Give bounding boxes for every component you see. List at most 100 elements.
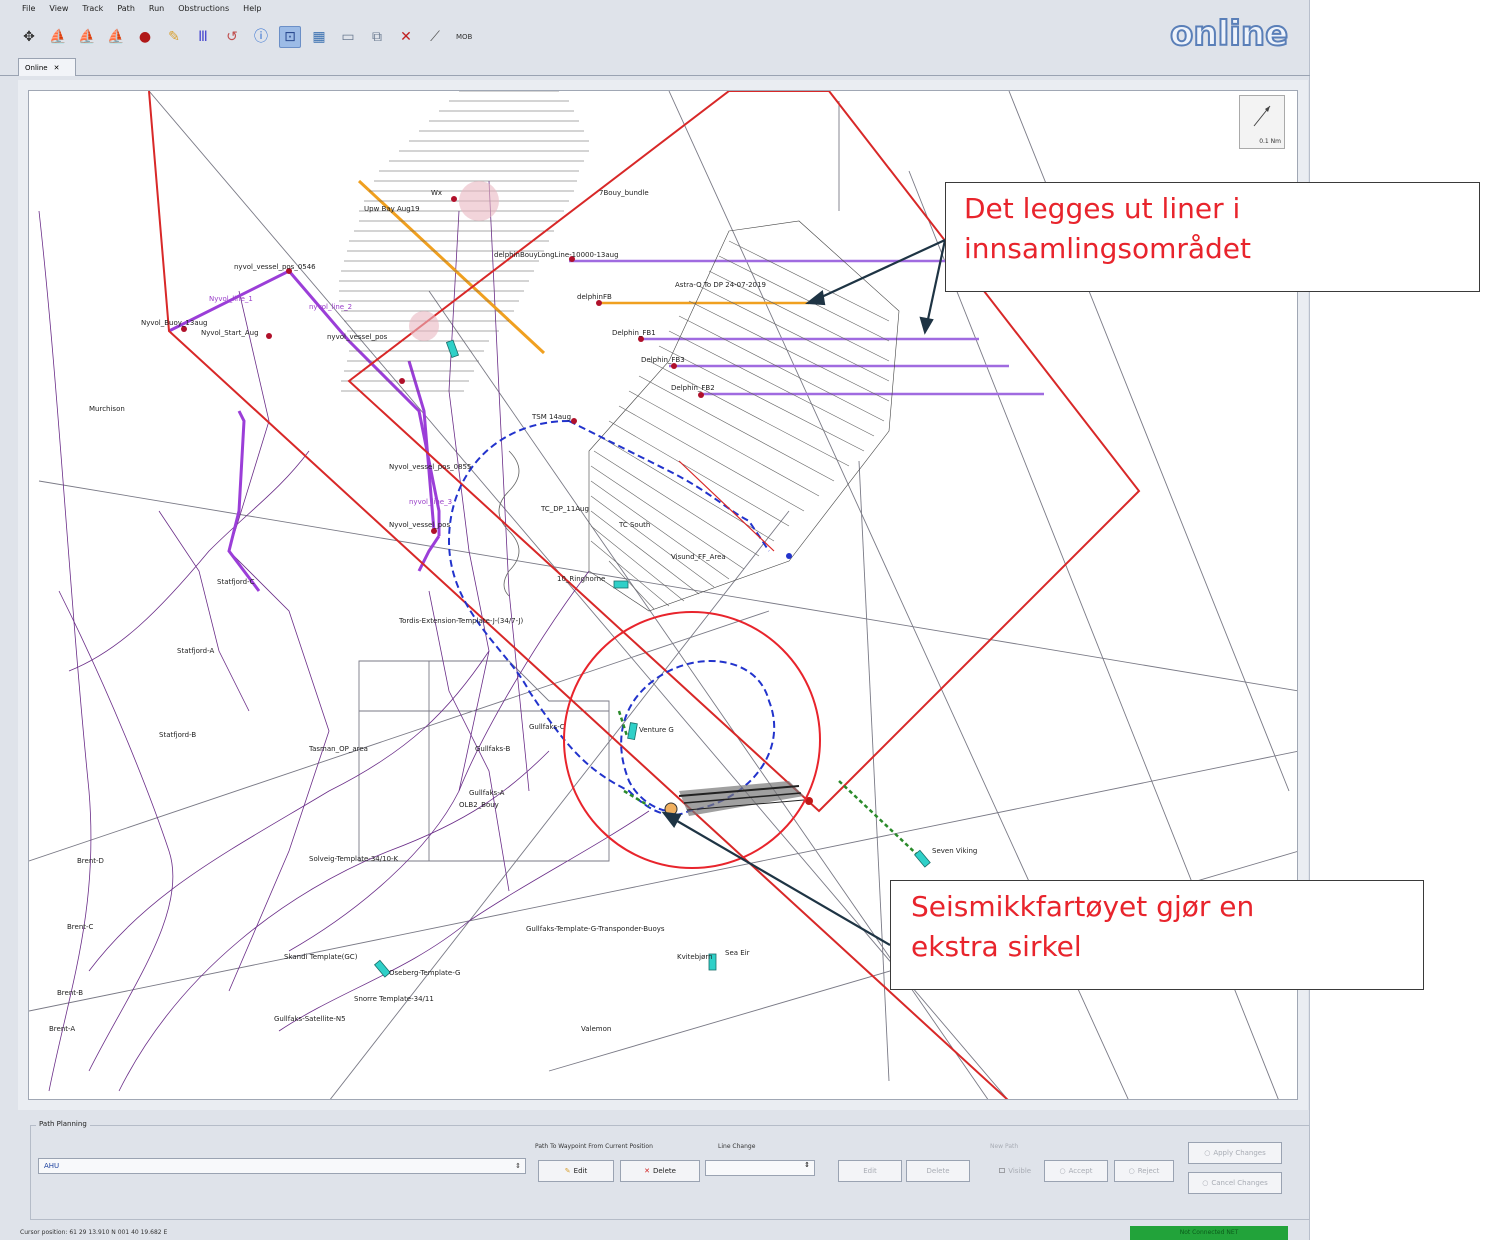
label-delphin-fb3: Delphin_FB3 [641,356,685,364]
label-nyvol-line-1: Nyvol_line_1 [209,295,253,303]
menu-view[interactable]: View [49,4,68,18]
menu-file[interactable]: File [22,4,35,18]
edit-button-label: Edit [573,1167,588,1175]
accept-button[interactable]: ○ Accept [1044,1160,1108,1182]
edit-button[interactable]: ✎ Edit [538,1160,614,1182]
label-delphin-long: delphinBouyLongLine-10000-13aug [494,251,619,259]
waypoint-dots [181,196,792,559]
window-icon[interactable]: ▭ [337,26,359,48]
callout-1-line-1: Det legges ut liner i [964,192,1241,225]
label-sea-eir: Sea Eir [725,949,750,957]
label-brent-a: Brent-A [49,1025,75,1033]
label-valemon: Valemon [581,1025,611,1033]
tab-online[interactable]: Online ✕ [18,58,76,76]
copy-icon[interactable]: ⧉ [366,26,388,48]
scale-label: 0.1 Nm [1259,138,1281,145]
label-brent-d: Brent-D [77,857,104,865]
label-wx: Wx [431,189,442,197]
vessel-select-value: AHU [44,1162,60,1170]
label-delphin-fb1: Delphin_FB1 [612,329,656,337]
tab-strip: Online ✕ [0,58,1310,76]
line-change-delete-label: Delete [926,1167,950,1175]
label-seven-viking: Seven Viking [932,847,977,855]
callout-1-line-2: innsamlingsområdet [964,232,1252,265]
delete-button-label: Delete [652,1167,676,1175]
lines-tool-icon[interactable]: Ⅲ [192,26,214,48]
close-icon[interactable]: ✕ [54,64,60,76]
line-change-select[interactable]: ⇕ [705,1160,815,1176]
label-gullfaks-b: Gullfaks-B [475,745,510,753]
reject-label: Reject [1137,1167,1160,1175]
label-nyvol-buoy: Nyvol_Buoy_13aug [141,319,208,327]
line-change-delete-button[interactable]: Delete [906,1160,970,1182]
chevron-updown-icon: ⇕ [804,1161,810,1169]
accept-label: Accept [1068,1167,1093,1175]
status-bar: Cursor position: 61 29 13.910 N 001 40 1… [0,1226,1310,1240]
menu-path[interactable]: Path [117,4,135,18]
path-tool-icon[interactable]: ↺ [221,26,243,48]
label-nyvol-0546: nyvol_vessel_pos_0546 [234,263,316,271]
menu-track[interactable]: Track [82,4,103,18]
measure-icon[interactable]: ⟋ [424,26,446,48]
cursor-position: Cursor position: 61 29 13.910 N 001 40 1… [20,1229,168,1236]
north-arrow-icon [1253,105,1271,127]
layers-icon[interactable]: ▦ [308,26,330,48]
label-oseberg: Oseberg-Template-G [389,969,460,977]
radio-icon: ○ [1204,1149,1211,1157]
label-ringhorne: 10_Ringhorne [557,575,605,583]
label-nyvol-pos-b: Nyvol_vessel_pos [389,521,450,529]
seismic-grid-south [588,220,900,612]
to-waypoint-label: Path To Waypoint From Current Position [535,1143,653,1150]
delete-tool-icon[interactable]: ✕ [395,26,417,48]
track-toggle-icon[interactable]: ⊡ [279,26,301,48]
label-statfjord-a: Statfjord-A [177,647,214,655]
vessel-tool-2-icon[interactable]: ⛵ [76,26,98,48]
line-change-edit-button[interactable]: Edit [838,1160,902,1182]
label-bouy-bundle: 7Bouy_bundle [599,189,649,197]
record-icon[interactable]: ● [134,26,156,48]
vessel-tool-3-icon[interactable]: ⛵ [105,26,127,48]
callout-extra-circle: Seismikkfartøyet gjør en ekstra sirkel [890,880,1424,990]
cancel-changes-button[interactable]: ○ Cancel Changes [1188,1172,1282,1194]
label-kvitebjorn: Kvitebjørn [677,953,713,961]
label-skandi: Skandi Template(GC) [284,953,358,961]
label-murchison: Murchison [89,405,125,413]
move-tool-icon[interactable]: ✥ [18,26,40,48]
label-tc-south: TC South [618,521,650,529]
apply-changes-button[interactable]: ○ Apply Changes [1188,1142,1282,1164]
label-brent-b: Brent-B [57,989,83,997]
vessel-tool-1-icon[interactable]: ⛵ [47,26,69,48]
tab-online-label: Online [25,64,48,72]
visible-checkbox[interactable]: ☐ Visible [992,1160,1038,1182]
checkbox-icon: ☐ [998,1167,1006,1175]
delete-button[interactable]: ✕ Delete [620,1160,700,1182]
nyvol-lines [168,269,441,592]
callout-2-line-2: ekstra sirkel [911,930,1082,963]
seismic-grid-north [339,91,589,392]
edit-icon: ✎ [564,1167,571,1175]
label-astra: Astra-O To DP 24-07-2019 [675,281,766,289]
label-solveig: Solveig-Template-34/10-K [309,855,399,863]
streamer-spread [664,781,813,816]
reject-button[interactable]: ○ Reject [1114,1160,1174,1182]
wavy-feature [498,450,520,597]
chevron-updown-icon: ⇕ [515,1162,521,1170]
menu-obstructions[interactable]: Obstructions [178,4,229,18]
toolbar: ✥ ⛵ ⛵ ⛵ ● ✎ Ⅲ ↺ ⓘ ⊡ ▦ ▭ ⧉ ✕ ⟋ MOB [18,20,475,54]
label-gullfaks-sat: Gullfaks-Satellite-N5 [274,1015,346,1023]
north-arrow-panel: 0.1 Nm [1239,95,1285,149]
mob-button[interactable]: MOB [453,26,475,48]
label-statfjord-b: Statfjord-B [159,731,196,739]
menu-run[interactable]: Run [149,4,164,18]
vessel-select[interactable]: AHU ⇕ [38,1158,526,1174]
info-icon[interactable]: ⓘ [250,26,272,48]
label-gullfaks-a: Gullfaks-A [469,789,505,797]
callout-lines-laid-out: Det legges ut liner i innsamlingsområdet [945,182,1480,292]
label-nyvol-line-3: nyvol_line_3 [409,498,452,506]
pointer-tool-icon[interactable]: ✎ [163,26,185,48]
zone-bubble [459,181,499,221]
label-gullfaks-g: Gullfaks-Template-G-Transponder-Buoys [526,925,665,933]
label-olb2: OLB2_Bouy [459,801,499,809]
menu-help[interactable]: Help [243,4,261,18]
path-planning-title: Path Planning [36,1120,90,1128]
